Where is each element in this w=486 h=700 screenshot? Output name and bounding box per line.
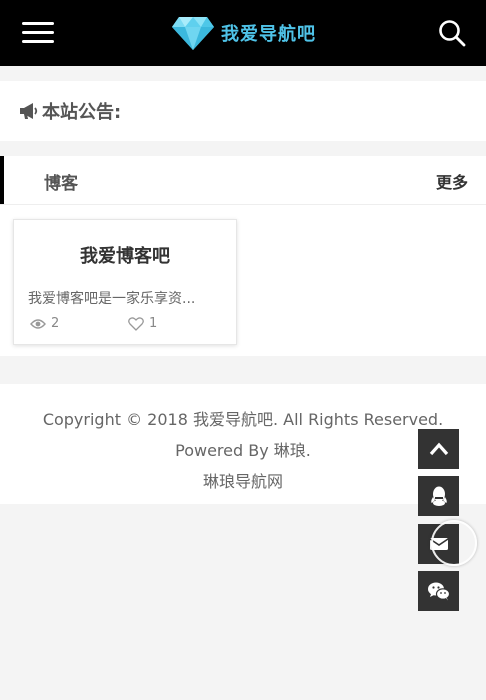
hamburger-menu-button[interactable]: [22, 22, 54, 44]
wechat-button[interactable]: [418, 571, 459, 611]
card-title: 我爱博客吧: [80, 246, 170, 267]
search-icon[interactable]: [438, 19, 466, 47]
like-count-value: 1: [149, 316, 158, 331]
footer-site-link[interactable]: 琳琅导航网: [0, 468, 486, 492]
announcement-label: 本站公告:: [42, 102, 122, 123]
like-count[interactable]: 1: [128, 316, 157, 331]
back-to-top-button[interactable]: [418, 429, 459, 469]
section-header: 博客 更多: [0, 156, 486, 205]
megaphone-icon: [20, 103, 38, 119]
card-description: 我爱博客吧是一家乐享资...: [28, 291, 196, 307]
chevron-up-icon: [429, 442, 448, 456]
diamond-icon: [172, 17, 214, 50]
announcement-bar: 本站公告:: [0, 81, 486, 141]
site-name: 我爱导航吧: [221, 24, 316, 45]
email-button[interactable]: [418, 524, 459, 564]
view-count: 2: [30, 316, 59, 331]
site-logo-link[interactable]: 我爱导航吧: [171, 14, 316, 52]
hamburger-line: [22, 22, 54, 25]
powered-by-text: Powered By 琳琅.: [175, 441, 311, 460]
qq-button[interactable]: [418, 476, 459, 516]
hamburger-line: [22, 40, 54, 43]
top-navbar: 我爱导航吧: [0, 0, 486, 66]
view-count-value: 2: [51, 316, 60, 331]
qq-icon: [430, 486, 447, 506]
site-card[interactable]: 我爱博客吧 我爱博客吧是一家乐享资... 2 1: [13, 219, 237, 345]
hamburger-line: [22, 31, 54, 34]
blog-section: 博客 更多 我爱博客吧 我爱博客吧是一家乐享资... 2 1: [0, 156, 486, 356]
copyright-text: Copyright © 2018 我爱导航吧. All Rights Reser…: [42, 410, 444, 429]
wechat-icon: [427, 582, 450, 601]
heart-icon: [128, 316, 144, 331]
section-accent-bar: [0, 156, 4, 204]
section-title: 博客: [44, 174, 78, 194]
eye-icon: [30, 318, 46, 329]
more-link[interactable]: 更多: [436, 169, 468, 193]
mail-icon: [429, 538, 448, 550]
site-footer: Copyright © 2018 我爱导航吧. All Rights Reser…: [0, 384, 486, 504]
